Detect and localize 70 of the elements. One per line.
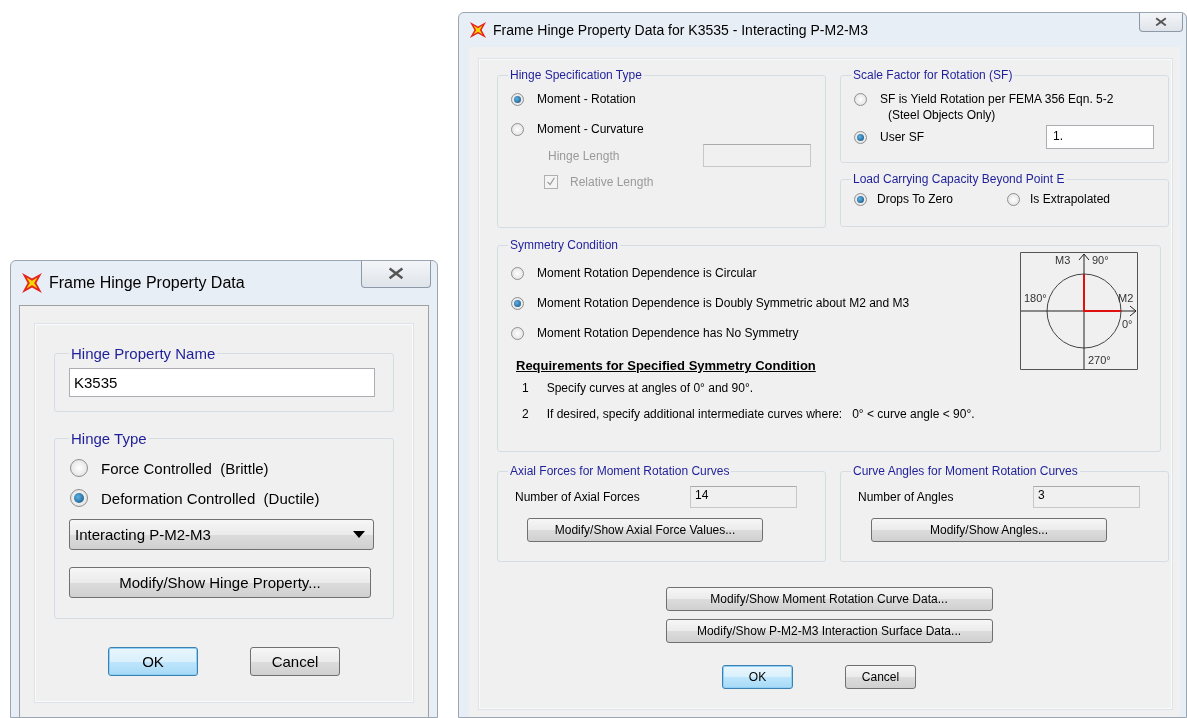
radio-label: User SF [880,130,924,144]
angle-label: 180° [1024,292,1047,304]
close-button[interactable] [1139,13,1183,32]
name-field[interactable]: K3535 [69,368,375,397]
field-label: Hinge Length [548,148,620,163]
radio-label: Moment Rotation Dependence is Doubly Symmetric about M2 and M3 [537,296,910,310]
group-title: Axial Forces for Moment Rotation Curves [509,464,731,478]
angle-label: 0° [1122,318,1133,330]
radio-button[interactable] [511,326,524,340]
default-button[interactable]: OK [722,665,793,689]
close-icon [1155,16,1167,27]
push-button[interactable]: Modify/Show Hinge Property... [69,567,371,598]
option-note: (Steel Objects Only) [888,108,997,122]
group-title: Hinge Specification Type [509,68,643,82]
checkbox-label: Relative Length [570,175,654,189]
app-logo-icon [469,21,487,39]
radio-button[interactable] [511,296,524,310]
group-title: Hinge Type [70,430,148,447]
push-button[interactable]: Modify/Show Moment Rotation Curve Data... [665,587,993,611]
count-field[interactable]: 14 [690,486,797,508]
radio-label: SF is Yield Rotation per FEMA 356 Eqn. 5-2 [880,92,1114,106]
window-title: Frame Hinge Property Data [49,274,245,292]
angle-label: 270° [1088,354,1111,366]
push-button[interactable]: Cancel [250,647,340,676]
radio-label: Moment Rotation Dependence is Circular [537,266,757,280]
field-label: Number of Angles [858,490,954,504]
radio-label: Moment - Curvature [537,122,644,136]
length-field[interactable] [703,144,811,167]
push-button[interactable]: Modify/Show P-M2-M3 Interaction Surface Data... [665,619,993,643]
window-title: Frame Hinge Property Data for K3535 - Interacting P-M2-M3 [493,22,869,38]
push-button[interactable]: Modify/Show Axial Force Values... [527,518,763,542]
radio-label: Is Extrapolated [1030,192,1111,206]
count-field[interactable]: 3 [1033,486,1140,508]
radio-label: Moment - Rotation [537,92,636,106]
group-title: Load Carrying Capacity Beyond Point E [852,172,1066,186]
close-button[interactable] [361,261,431,288]
angle-label: 90° [1092,254,1109,266]
dropdown[interactable]: Interacting P-M2-M3 [69,519,374,550]
group-title: Hinge Property Name [70,345,217,362]
radio-button[interactable] [70,489,88,507]
radio-button[interactable] [511,266,524,280]
dropdown-arrow-icon [353,531,365,538]
close-icon [388,267,404,280]
radio-label: Drops To Zero [877,192,953,206]
group-title: Symmetry Condition [509,238,620,252]
group-title: Curve Angles for Moment Rotation Curves [852,464,1079,478]
default-button[interactable]: OK [108,647,198,676]
push-button[interactable]: Modify/Show Angles... [871,518,1107,542]
radio-button[interactable] [511,92,524,106]
radio-label: Moment Rotation Dependence has No Symmetry [537,326,799,340]
list-number: 1 [522,381,529,395]
radio-button[interactable] [854,192,867,206]
section-heading: Requirements for Specified Symmetry Condition [516,358,817,373]
radio-button[interactable] [854,92,867,106]
radio-label: Force Controlled (Brittle) [101,459,269,477]
list-number: 2 [522,407,529,421]
radio-button[interactable] [70,459,88,477]
group-title: Scale Factor for Rotation (SF) [852,68,1014,82]
axis-label: M2 [1118,292,1134,304]
radio-button[interactable] [511,122,524,136]
radio-label: Deformation Controlled (Ductile) [101,489,320,507]
radio-button[interactable] [854,130,867,144]
app-logo-icon [21,272,43,294]
radio-button[interactable] [1007,192,1020,206]
requirement-text: Specify curves at angles of 0° and 90°. [546,381,754,395]
requirement-text: If desired, specify additional intermediate curves where: 0° < curve angle < 90°. [546,407,975,421]
axis-label: M3 [1055,254,1071,266]
field-label: Number of Axial Forces [515,490,640,504]
scale-factor-field[interactable]: 1. [1046,125,1154,149]
push-button[interactable]: Cancel [845,665,916,689]
